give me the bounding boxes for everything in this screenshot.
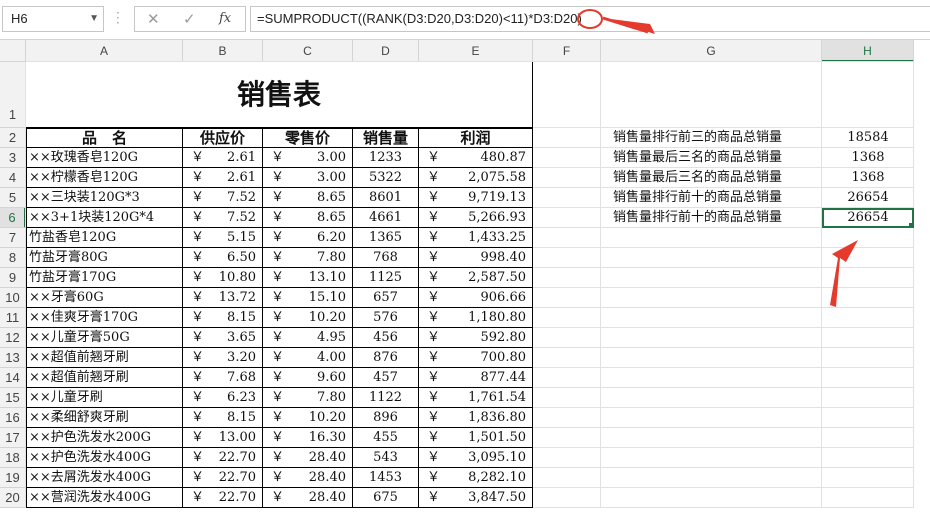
annotation-arrows bbox=[602, 16, 858, 307]
